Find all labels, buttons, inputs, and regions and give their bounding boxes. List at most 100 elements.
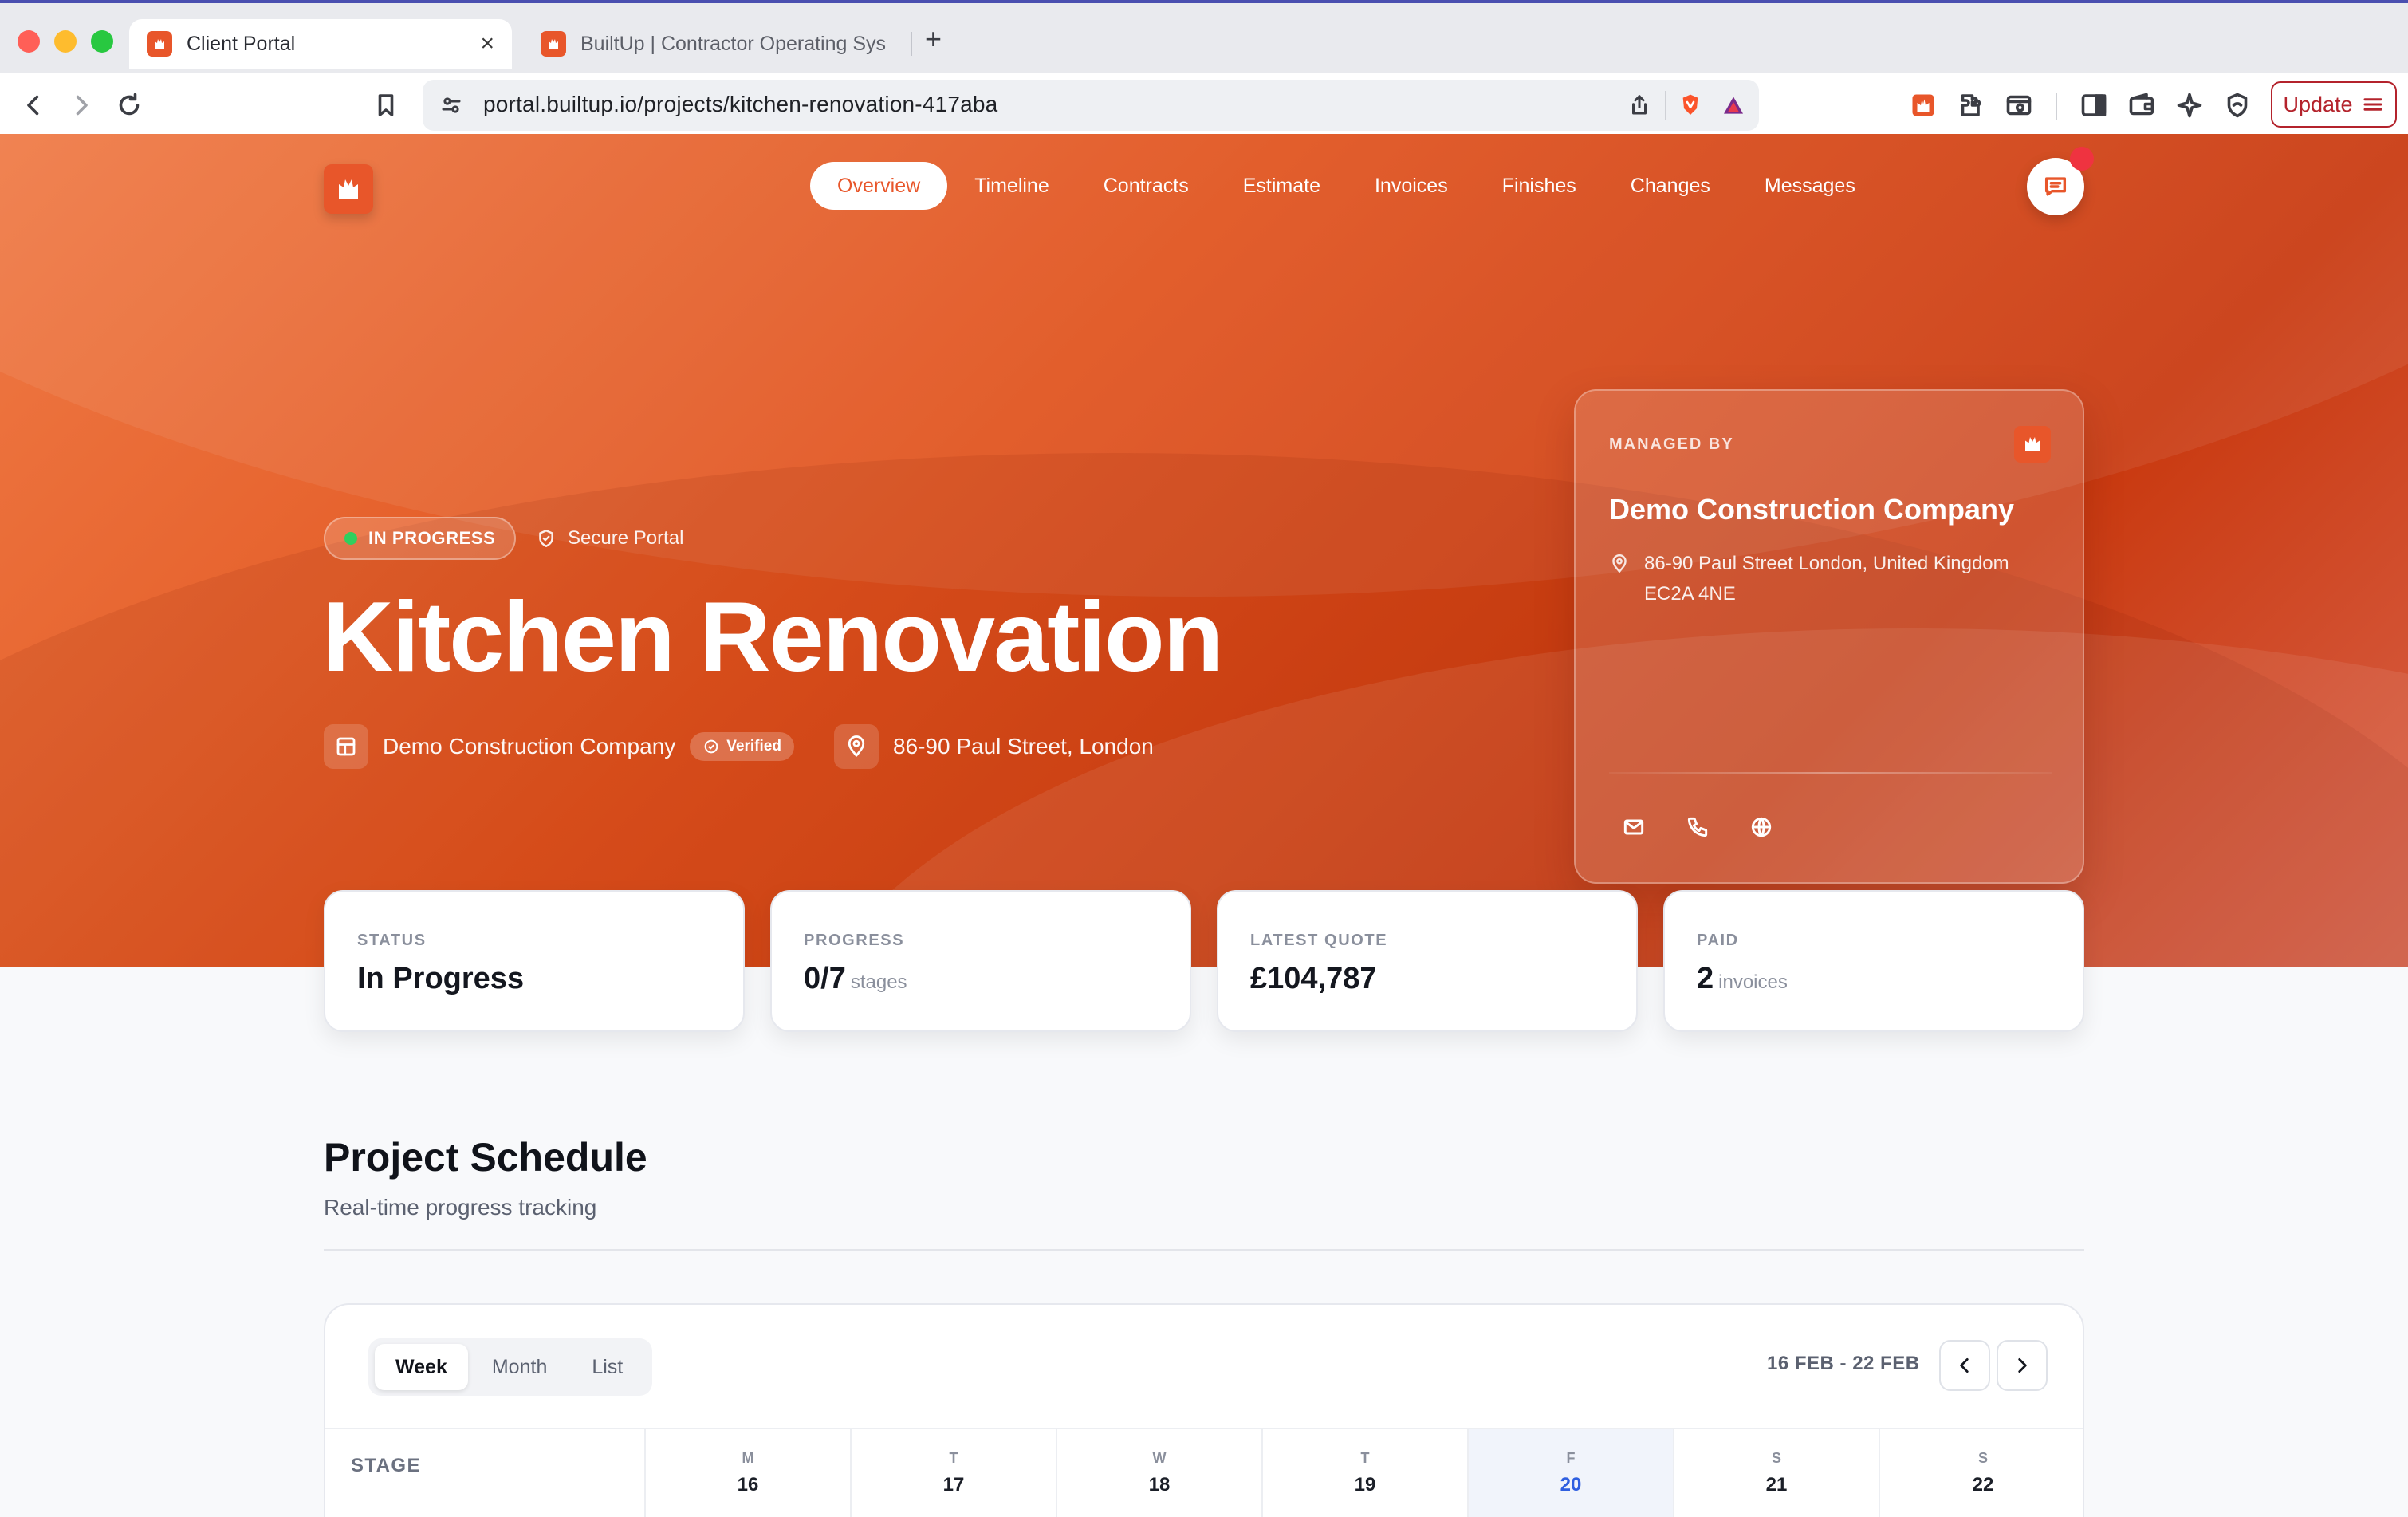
chat-icon — [2044, 177, 2067, 196]
back-icon[interactable] — [16, 88, 51, 123]
managed-by-card: MANAGED BY Demo Construction Company 86-… — [1574, 389, 2084, 884]
stat-label: STATUS — [357, 932, 427, 949]
day-letter: T — [949, 1450, 958, 1466]
verified-badge: Verified — [690, 732, 794, 761]
nav-contracts[interactable]: Contracts — [1076, 162, 1216, 210]
browser-chrome: Client Portal × BuiltUp | Contractor Ope… — [0, 0, 2408, 137]
tab-title: BuiltUp | Contractor Operating Sys — [580, 32, 887, 55]
hamburger-menu-icon — [2363, 98, 2382, 111]
browser-tab-builtup[interactable]: BuiltUp | Contractor Operating Sys — [523, 19, 911, 69]
day-header-sun: S 22 — [1880, 1429, 2083, 1517]
calendar-header-row: STAGE M 16 T 17 W 18 T 19 F 20 S 21 S 22 — [325, 1428, 2083, 1517]
view-list-button[interactable]: List — [571, 1344, 643, 1390]
share-icon[interactable] — [1622, 88, 1657, 123]
stat-value: £104,787 — [1250, 962, 1377, 996]
site-settings-icon[interactable] — [434, 88, 469, 123]
extensions-icon[interactable] — [1954, 88, 1989, 123]
view-week-button[interactable]: Week — [375, 1344, 468, 1390]
browser-toolbar: portal.builtup.io/projects/kitchen-renov… — [0, 73, 2408, 137]
nav-overview[interactable]: Overview — [810, 162, 948, 210]
view-month-button[interactable]: Month — [471, 1344, 568, 1390]
brave-rewards-icon[interactable] — [1716, 88, 1751, 123]
tab-close-icon[interactable]: × — [480, 30, 494, 57]
nav-estimate[interactable]: Estimate — [1216, 162, 1348, 210]
day-number: 20 — [1560, 1474, 1582, 1495]
tab-title: Client Portal — [187, 32, 296, 55]
previous-week-button[interactable] — [1939, 1340, 1990, 1391]
day-header-mon: M 16 — [646, 1429, 852, 1517]
update-label: Update — [2283, 92, 2353, 116]
view-toggle: Week Month List — [368, 1338, 652, 1396]
bookmark-icon[interactable] — [368, 88, 403, 123]
chevron-left-icon — [1960, 1358, 1969, 1373]
stat-value: 2 invoices — [1697, 962, 1788, 996]
stat-unit: invoices — [1718, 971, 1788, 993]
schedule-calendar: Week Month List 16 FEB - 22 FEB STAGE M 1… — [324, 1303, 2084, 1517]
phone-contact-button[interactable] — [1673, 802, 1722, 852]
managed-by-address: 86-90 Paul Street London, United Kingdom… — [1609, 549, 2056, 609]
nav-finishes[interactable]: Finishes — [1475, 162, 1603, 210]
day-number: 19 — [1354, 1474, 1376, 1495]
tab-strip: Client Portal × BuiltUp | Contractor Ope… — [0, 6, 2408, 73]
day-letter: M — [742, 1450, 754, 1466]
forward-icon[interactable] — [64, 88, 99, 123]
stage-column-header: STAGE — [325, 1429, 646, 1517]
browser-update-button[interactable]: Update — [2271, 81, 2397, 128]
stat-label: LATEST QUOTE — [1250, 932, 1388, 949]
window-close-button[interactable] — [18, 30, 40, 53]
day-header-wed: W 18 — [1057, 1429, 1263, 1517]
day-letter: S — [1977, 1450, 1988, 1466]
day-letter: W — [1152, 1450, 1167, 1466]
builtup-favicon-icon — [147, 31, 172, 57]
brave-shields-icon[interactable] — [1673, 88, 1708, 123]
day-letter: T — [1360, 1450, 1370, 1466]
shield-check-icon — [539, 530, 553, 547]
location-pin-icon — [833, 724, 879, 769]
company-name: Demo Construction Company — [383, 734, 676, 758]
new-tab-button[interactable]: + — [925, 22, 942, 56]
url-text: portal.builtup.io/projects/kitchen-renov… — [483, 92, 998, 116]
day-letter: F — [1566, 1450, 1576, 1466]
stat-value-text: £104,787 — [1250, 962, 1377, 995]
vpn-shield-icon[interactable] — [2220, 88, 2255, 123]
stat-value-text: 0/7 — [804, 962, 846, 995]
stat-value-text: 2 — [1697, 962, 1714, 995]
reader-mode-icon[interactable] — [2001, 88, 2036, 123]
project-address: 86-90 Paul Street, London — [892, 734, 1154, 758]
nav-timeline[interactable]: Timeline — [947, 162, 1076, 210]
leo-ai-icon[interactable] — [2172, 88, 2207, 123]
reload-icon[interactable] — [112, 88, 147, 123]
stat-label: PROGRESS — [804, 932, 905, 949]
managed-by-address-text: 86-90 Paul Street London, United Kingdom… — [1644, 553, 2009, 605]
sidebar-icon[interactable] — [2076, 88, 2111, 123]
tab-divider — [911, 32, 912, 56]
nav-changes[interactable]: Changes — [1603, 162, 1737, 210]
window-minimize-button[interactable] — [54, 30, 77, 53]
day-number: 16 — [737, 1474, 759, 1495]
nav-messages[interactable]: Messages — [1737, 162, 1883, 210]
status-dot-icon — [344, 532, 357, 545]
stat-card-latest-quote: LATEST QUOTE £104,787 — [1217, 890, 1638, 1032]
builtup-extension-icon[interactable] — [1906, 88, 1941, 123]
notification-dot — [2070, 147, 2094, 171]
email-contact-button[interactable] — [1609, 802, 1658, 852]
location-pin-icon — [1612, 554, 1627, 573]
wallet-icon[interactable] — [2124, 88, 2159, 123]
phone-icon — [1687, 817, 1708, 837]
nav-invoices[interactable]: Invoices — [1348, 162, 1475, 210]
stage-header-label: STAGE — [351, 1455, 421, 1476]
day-header-tue: T 17 — [852, 1429, 1057, 1517]
stat-card-paid: PAID 2 invoices — [1663, 890, 2084, 1032]
next-week-button[interactable] — [1997, 1340, 2048, 1391]
stat-value: In Progress — [357, 962, 524, 996]
urlbar-divider — [1665, 91, 1666, 120]
mail-icon — [1623, 819, 1644, 835]
website-contact-button[interactable] — [1737, 802, 1786, 852]
contractor-logo-icon — [2014, 426, 2051, 463]
address-bar[interactable]: portal.builtup.io/projects/kitchen-renov… — [423, 80, 1759, 131]
section-title: Project Schedule — [324, 1135, 647, 1180]
window-maximize-button[interactable] — [91, 30, 113, 53]
browser-tab-client-portal[interactable]: Client Portal × — [129, 19, 512, 69]
builtup-logo-icon[interactable] — [324, 164, 373, 214]
client-portal-page: Overview Timeline Contracts Estimate Inv… — [0, 134, 2408, 1517]
